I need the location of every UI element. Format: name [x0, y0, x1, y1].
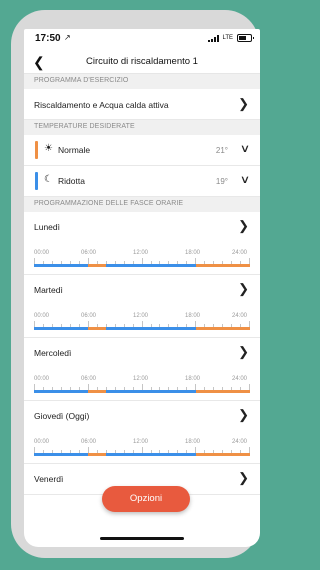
network-type: LTE	[222, 35, 233, 41]
hour-label: 00:00	[34, 439, 50, 445]
hour-label: 06:00	[81, 439, 97, 445]
signal-icon	[208, 34, 220, 42]
program-label: Riscaldamento e Acqua calda attiva	[34, 100, 169, 110]
temp-row-normale[interactable]: ☀ Normale 21° ∨	[24, 135, 260, 166]
day-row[interactable]: Martedì ❯ 00:00 06:00 12:00 18:00 24:00	[24, 275, 260, 338]
chevron-right-icon: ❯	[238, 344, 249, 359]
comfort-segment	[88, 390, 106, 393]
section-label: PROGRAMMAZIONE DELLE FASCE ORARIE	[34, 200, 184, 207]
status-bar: 17:50 ↗ LTE	[24, 29, 260, 49]
page-title: Circuito di riscaldamento 1	[86, 56, 198, 67]
temp-value: 21°	[215, 146, 228, 155]
day-row[interactable]: Giovedì (Oggi) ❯ 00:00 06:00 12:00 18:00 24:00	[24, 401, 260, 464]
program-row[interactable]: Riscaldamento e Acqua calda attiva ❯	[24, 89, 260, 120]
hour-labels: 00:00 06:00 12:00 18:00 24:00	[34, 250, 250, 258]
chevron-right-icon: ❯	[238, 96, 249, 111]
hour-label: 18:00	[185, 439, 201, 445]
hour-label: 06:00	[81, 376, 97, 382]
chevron-right-icon: ❯	[238, 218, 249, 233]
hour-label: 12:00	[133, 250, 149, 256]
temp-color-bar	[35, 141, 38, 159]
hour-label: 00:00	[34, 313, 50, 319]
temp-color-bar	[35, 172, 38, 190]
comfort-segment	[88, 264, 106, 267]
temp-value: 19°	[215, 177, 228, 186]
day-label: Giovedì (Oggi)	[34, 411, 90, 421]
comfort-segment	[196, 453, 250, 456]
day-label: Mercoledì	[34, 348, 72, 358]
hour-labels: 00:00 06:00 12:00 18:00 24:00	[34, 376, 250, 384]
section-label: PROGRAMMA D'ESERCIZIO	[34, 77, 129, 84]
schedule-timeline[interactable]	[34, 327, 250, 330]
moon-icon: ☾	[44, 174, 53, 185]
day-label: Martedì	[34, 285, 63, 295]
comfort-segment	[88, 327, 106, 330]
hour-label: 00:00	[34, 250, 50, 256]
app-screen: 17:50 ↗ LTE ❮ Circuito di riscaldamento …	[24, 29, 260, 547]
section-header-program: PROGRAMMA D'ESERCIZIO	[24, 74, 260, 89]
hour-label: 06:00	[81, 250, 97, 256]
hour-label: 18:00	[185, 376, 201, 382]
comfort-segment	[88, 453, 106, 456]
hour-label: 06:00	[81, 313, 97, 319]
hour-label: 18:00	[185, 250, 201, 256]
schedule-timeline[interactable]	[34, 390, 250, 393]
hour-labels: 00:00 06:00 12:00 18:00 24:00	[34, 313, 250, 321]
day-label: Venerdì	[34, 474, 64, 484]
hour-labels: 00:00 06:00 12:00 18:00 24:00	[34, 439, 250, 447]
location-arrow-icon: ↗	[64, 33, 71, 42]
status-time: 17:50	[35, 33, 61, 44]
section-header-temps: TEMPERATURE DESIDERATE	[24, 120, 260, 135]
schedule-timeline[interactable]	[34, 453, 250, 456]
status-indicators: LTE	[208, 34, 254, 42]
hour-label: 24:00	[232, 250, 248, 256]
chevron-down-icon[interactable]: ∨	[240, 142, 250, 155]
hour-label: 00:00	[34, 376, 50, 382]
temp-label: Normale	[58, 145, 91, 155]
section-header-schedule: PROGRAMMAZIONE DELLE FASCE ORARIE	[24, 197, 260, 212]
schedule-timeline[interactable]	[34, 264, 250, 267]
home-indicator	[100, 537, 184, 540]
chevron-right-icon: ❯	[238, 281, 249, 296]
chevron-down-icon[interactable]: ∨	[240, 173, 250, 186]
hour-label: 24:00	[232, 376, 248, 382]
chevron-right-icon: ❯	[238, 470, 249, 485]
comfort-segment	[196, 264, 250, 267]
battery-icon	[237, 34, 254, 42]
day-row[interactable]: Lunedì ❯ 00:00 06:00 12:00 18:00 24:00	[24, 212, 260, 275]
temp-row-ridotta[interactable]: ☾ Ridotta 19° ∨	[24, 166, 260, 197]
hour-label: 12:00	[133, 439, 149, 445]
hour-label: 24:00	[232, 439, 248, 445]
options-button[interactable]: Opzioni	[102, 486, 190, 512]
hour-label: 12:00	[133, 313, 149, 319]
sun-icon: ☀	[44, 143, 53, 154]
hour-label: 18:00	[185, 313, 201, 319]
chevron-right-icon: ❯	[238, 407, 249, 422]
temp-label: Ridotta	[58, 176, 85, 186]
hour-label: 24:00	[232, 313, 248, 319]
day-row[interactable]: Mercoledì ❯ 00:00 06:00 12:00 18:00 24:00	[24, 338, 260, 401]
nav-bar: ❮ Circuito di riscaldamento 1	[24, 51, 260, 74]
hour-label: 12:00	[133, 376, 149, 382]
day-label: Lunedì	[34, 222, 60, 232]
comfort-segment	[196, 390, 250, 393]
comfort-segment	[196, 327, 250, 330]
section-label: TEMPERATURE DESIDERATE	[34, 123, 135, 130]
